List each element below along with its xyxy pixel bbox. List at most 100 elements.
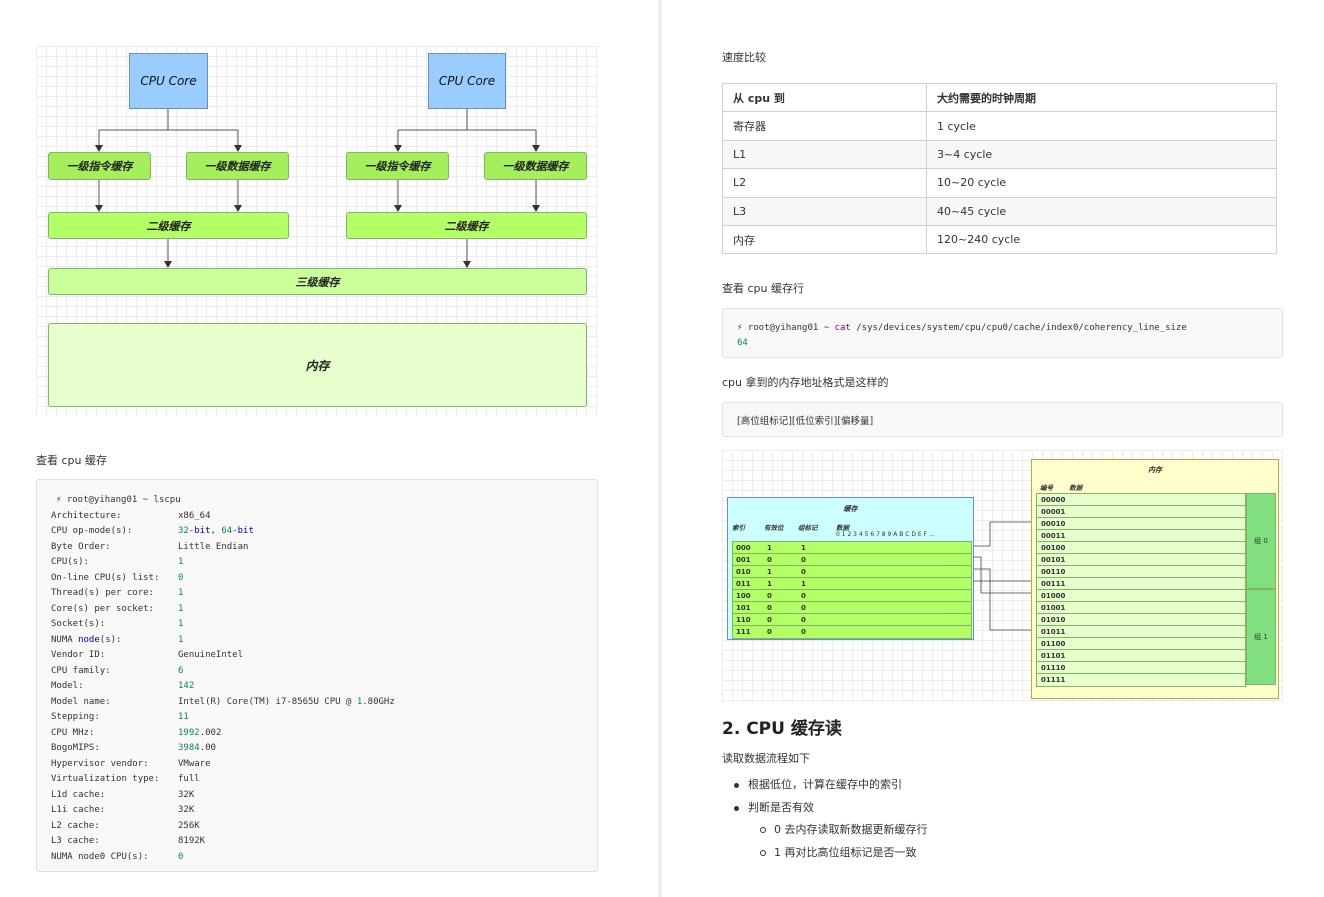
cache-row: 101 0 0 (733, 602, 971, 614)
lscpu-row: Architecture: x86_64 (51, 509, 597, 525)
cache-index: 010 (736, 568, 751, 576)
lscpu-code-block: ⚡ root@yihang01 ~ lscpu Architecture: x86… (36, 479, 598, 872)
cache-tag: 0 (801, 556, 806, 564)
column-separator (658, 0, 662, 897)
section-title: 2. CPU 缓存读 (722, 719, 842, 739)
cache-tag: 1 (801, 544, 806, 552)
speed-table-header-from: 从 cpu 到 (722, 82, 927, 113)
lscpu-value: 1992.002 (178, 727, 222, 738)
lscpu-key: CPU MHz: (51, 727, 95, 738)
cache-row: 000 1 1 (733, 542, 971, 554)
lscpu-value: GenuineIntel (178, 650, 244, 660)
memory-row: 00110 (1037, 566, 1245, 578)
cache-valid: 1 (767, 544, 772, 552)
lscpu-value: 142 (178, 681, 195, 691)
table-cell: 寄存器 (722, 111, 927, 141)
group-1-label: 组 1 (1254, 633, 1268, 641)
l1-data-cache-2: 一级数据缓存 (484, 152, 587, 180)
lscpu-value: full (178, 774, 200, 784)
group-1: 组 1 (1246, 589, 1276, 685)
lscpu-row: Byte Order: Little Endian (51, 540, 597, 556)
bullet-list: 根据低位，计算在缓存中的索引 判断是否有效 (734, 776, 902, 822)
table-cell: 40~45 cycle (926, 196, 1277, 226)
memory-row: 01100 (1037, 638, 1245, 650)
table-row: 寄存器 1 cycle (722, 111, 1277, 141)
memory-row: 01110 (1037, 662, 1245, 674)
lscpu-row: Thread(s) per core: 1 (51, 586, 597, 602)
lscpu-output: Architecture: x86_64 CPU op-mode(s): 32-bit… (51, 509, 597, 866)
table-row: L2 10~20 cycle (722, 168, 1277, 198)
lscpu-prompt: ⚡ root@yihang01 ~ lscpu (56, 495, 181, 505)
lscpu-row: Model name: Intel(R) Core(TM) i7-8565U CP… (51, 695, 597, 711)
lscpu-value: 0 (178, 572, 184, 583)
cache-valid: 0 (767, 592, 772, 600)
memory-row: 01111 (1037, 674, 1245, 686)
lscpu-key: CPU family: (51, 665, 111, 676)
l3-cache: 三级缓存 (48, 268, 587, 295)
lscpu-row: Core(s) per socket: 1 (51, 602, 597, 618)
lscpu-row: Hypervisor vendor: VMware (51, 757, 597, 773)
lscpu-row: L2 cache: 256K (51, 819, 597, 835)
cache-index: 100 (736, 592, 751, 600)
cache-index: 011 (736, 580, 751, 588)
cache-mapping-diagram: 缓存 索引 有效位 组标记 数据 0 1 2 3 4 5 6 7 8 9 A B… (722, 450, 1283, 703)
list-item: 1 再对比高位组标记是否一致 (760, 844, 928, 867)
l2-cache-2: 二级缓存 (346, 212, 587, 239)
lscpu-row: BogoMIPS: 3984.00 (51, 741, 597, 757)
lscpu-key: Stepping: (51, 712, 100, 722)
cache-title: 缓存 (843, 505, 858, 513)
lscpu-key: Core(s) per socket: (51, 603, 154, 614)
lscpu-row: Vendor ID: GenuineIntel (51, 648, 597, 664)
col-valid: 有效位 (764, 524, 784, 532)
lscpu-key: Hypervisor vendor: (51, 758, 149, 769)
main-memory: 内存 (48, 323, 587, 407)
cpu-core-1: CPU Core (129, 53, 208, 109)
col-tag: 组标记 (798, 524, 818, 532)
table-cell: L3 (722, 196, 927, 226)
cacheline-caption: 查看 cpu 缓存行 (722, 282, 804, 295)
lscpu-key: L2 cache: (51, 820, 100, 831)
sysfs-path: /sys/devices/system/cpu/cpu0/cache/index… (850, 323, 1187, 333)
sub-bullet-list: 0 去内存读取新数据更新缓存行 1 再对比高位组标记是否一致 (760, 821, 928, 867)
list-item: 根据低位，计算在缓存中的索引 (734, 776, 902, 799)
lscpu-row: L1d cache: 32K (51, 788, 597, 804)
cache-row: 011 1 1 (733, 578, 971, 590)
lscpu-key: L3 cache: (51, 836, 100, 846)
cache-valid: 1 (767, 568, 772, 576)
lscpu-value: 1 (178, 634, 184, 645)
lscpu-key: Architecture: (51, 510, 122, 521)
cache-valid: 1 (767, 580, 772, 588)
lscpu-row: Stepping: 11 (51, 710, 597, 726)
l1-instruction-cache-2: 一级指令缓存 (346, 152, 449, 180)
sub-bullet-text: 1 再对比高位组标记是否一致 (774, 846, 917, 859)
lscpu-value: 32K (178, 805, 195, 815)
lscpu-key: CPU(s): (51, 557, 89, 567)
memory-row: 00111 (1037, 578, 1245, 590)
cache-valid: 0 (767, 604, 772, 612)
table-row: 内存 120~240 cycle (722, 224, 1277, 255)
cache-tag: 0 (801, 628, 806, 636)
lscpu-row: Socket(s): 1 (51, 617, 597, 633)
col-index: 索引 (732, 524, 745, 532)
cache-tag: 1 (801, 580, 806, 588)
lscpu-key: L1d cache: (51, 789, 106, 800)
cache-index: 001 (736, 556, 751, 564)
memory-title: 内存 (1148, 466, 1162, 474)
lscpu-key: NUMA node0 CPU(s): (51, 851, 149, 862)
memory-row: 00101 (1037, 554, 1245, 566)
lscpu-value: 1 (178, 588, 184, 598)
cache-index: 101 (736, 604, 751, 612)
lscpu-value: 256K (178, 820, 200, 831)
memory-row: 00100 (1037, 542, 1245, 554)
cache-valid: 0 (767, 628, 772, 636)
lscpu-key: CPU op-mode(s): (51, 526, 133, 536)
lscpu-key: Model: (51, 681, 84, 691)
cache-tag: 0 (801, 592, 806, 600)
memory-row: 01010 (1037, 614, 1245, 626)
lscpu-key: Thread(s) per core: (51, 588, 154, 598)
l1-data-cache-1: 一级数据缓存 (186, 152, 289, 180)
lscpu-caption: 查看 cpu 缓存 (36, 454, 107, 467)
memory-row: 00011 (1037, 530, 1245, 542)
sub-bullet-text: 0 去内存读取新数据更新缓存行 (774, 823, 928, 836)
speed-caption: 速度比较 (722, 51, 766, 64)
